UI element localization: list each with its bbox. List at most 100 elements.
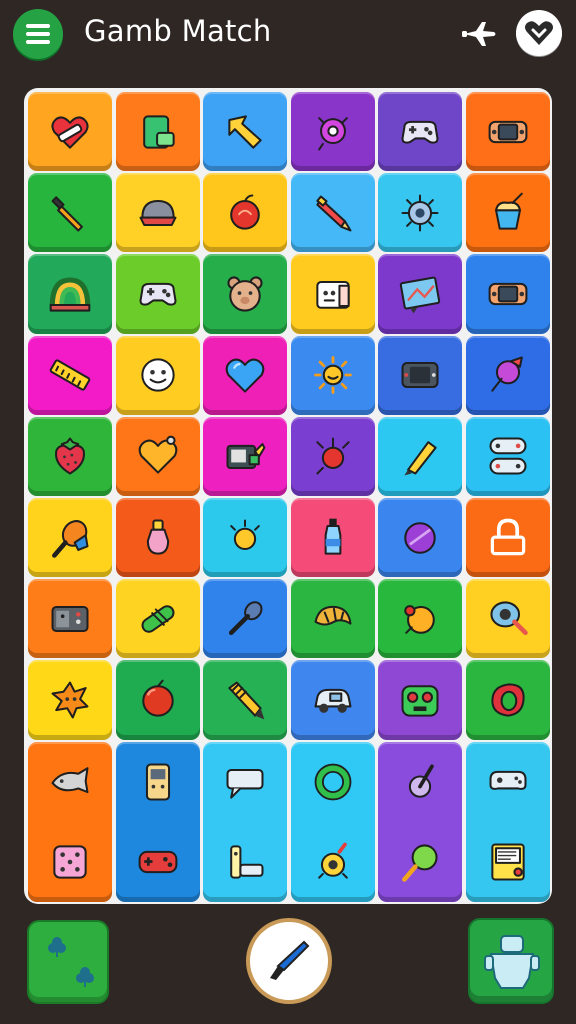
dice-icon [47, 839, 93, 885]
old-console-icon [47, 596, 93, 642]
tile-red-ring[interactable] [465, 660, 550, 740]
tall-tile-walkie-talkie-red-gamepad[interactable] [115, 741, 200, 902]
clover-icon [48, 937, 94, 987]
hamburger-icon [26, 24, 50, 28]
tile-gamepad[interactable] [115, 254, 200, 334]
strawberry-icon [47, 433, 93, 479]
handheld-console-icon [485, 109, 531, 155]
tile-toy-car[interactable] [290, 660, 375, 740]
fish-icon [47, 759, 93, 805]
gamepad-icon [135, 271, 181, 317]
gauge-icon [397, 759, 443, 805]
tile-smiley-face[interactable] [115, 335, 200, 415]
tile-heart-bandage[interactable] [28, 92, 112, 172]
tile-brush[interactable] [28, 173, 112, 253]
tile-marker[interactable] [378, 416, 463, 496]
red-ring-icon [485, 677, 531, 723]
tile-red-ball[interactable] [115, 660, 200, 740]
alien-bug-icon [310, 109, 356, 155]
tile-ruler[interactable] [28, 335, 112, 415]
croissant-icon [310, 596, 356, 642]
green-lollipop-icon [397, 839, 443, 885]
bottle-icon [310, 515, 356, 561]
tile-old-console[interactable] [28, 579, 112, 659]
brush-tool-button[interactable] [246, 918, 332, 1004]
tile-toy-pin[interactable] [465, 335, 550, 415]
tall-tile-speech-bubble-phone-dock[interactable] [203, 741, 288, 902]
tile-toy-robot[interactable] [290, 254, 375, 334]
twin-controllers-icon [485, 433, 531, 479]
tile-purple-ball[interactable] [378, 497, 463, 578]
tile-strawberry[interactable] [28, 416, 112, 496]
tile-light-bulb[interactable] [203, 497, 288, 578]
tile-arrow-cursor[interactable] [203, 92, 288, 172]
tile-paint-brush[interactable] [203, 579, 288, 659]
brush-tool-icon [270, 940, 310, 980]
tile-frog-face[interactable] [378, 660, 463, 740]
tile-map-frame[interactable] [378, 254, 463, 334]
clover-button[interactable] [27, 920, 109, 1004]
phone-dock-icon [222, 839, 268, 885]
tile-virus[interactable] [378, 173, 463, 253]
tile-sun[interactable] [290, 335, 375, 415]
tile-handheld-console[interactable] [465, 92, 550, 172]
ping-pong-icon [485, 596, 531, 642]
tile-spiky-sun[interactable] [28, 660, 112, 740]
virus-icon [397, 190, 443, 236]
toy-pin-icon [485, 352, 531, 398]
cherry-bomb-icon [310, 433, 356, 479]
menu-button[interactable] [13, 9, 63, 59]
tile-orange-ball[interactable] [378, 579, 463, 659]
robot-figure-button[interactable] [468, 918, 554, 1004]
tile-croissant[interactable] [290, 579, 375, 659]
tile-portable-console[interactable] [378, 335, 463, 415]
tall-tile-green-ring-bomb-timer[interactable] [290, 741, 375, 902]
tile-ice-pop[interactable] [28, 497, 112, 578]
tile-grid [28, 92, 550, 902]
airplane-icon[interactable] [462, 20, 498, 48]
candy-pill-icon [135, 596, 181, 642]
smiley-face-icon [135, 352, 181, 398]
top-bar: Gamb Match [0, 0, 576, 70]
tile-apple[interactable] [203, 173, 288, 253]
console-device-icon [222, 433, 268, 479]
handheld-console-icon [485, 271, 531, 317]
tile-console-device[interactable] [203, 416, 288, 496]
tile-ping-pong[interactable] [465, 579, 550, 659]
tall-tile-joystick-game-cartridge[interactable] [465, 741, 550, 902]
tile-ice-cream-cup[interactable] [465, 173, 550, 253]
light-bulb-icon [222, 515, 268, 561]
tile-gamepad[interactable] [378, 92, 463, 172]
red-gamepad-icon [135, 839, 181, 885]
tile-potion[interactable] [115, 497, 200, 578]
tile-bear-face[interactable] [203, 254, 288, 334]
tile-rainbow[interactable] [28, 254, 112, 334]
tile-alien-bug[interactable] [290, 92, 375, 172]
brush-icon [47, 190, 93, 236]
tile-cherry-bomb[interactable] [290, 416, 375, 496]
frog-face-icon [397, 677, 443, 723]
rainbow-icon [47, 271, 93, 317]
bomb-timer-icon [310, 839, 356, 885]
tile-helmet[interactable] [115, 173, 200, 253]
tile-pencil[interactable] [203, 660, 288, 740]
toy-car-icon [310, 677, 356, 723]
sun-icon [310, 352, 356, 398]
crayon-icon [310, 190, 356, 236]
tile-orange-heart[interactable] [115, 416, 200, 496]
favorite-button[interactable] [516, 10, 562, 56]
tile-bottle[interactable] [290, 497, 375, 578]
portable-console-icon [397, 352, 443, 398]
ice-cream-cup-icon [485, 190, 531, 236]
game-cartridge-icon [485, 839, 531, 885]
tall-tile-gauge-green-lollipop[interactable] [378, 741, 463, 902]
tile-candy-pill[interactable] [115, 579, 200, 659]
tall-tile-fish-dice[interactable] [28, 741, 112, 902]
tile-twin-controllers[interactable] [465, 416, 550, 496]
helmet-icon [135, 190, 181, 236]
tile-padlock[interactable] [465, 497, 550, 578]
tile-crayon[interactable] [290, 173, 375, 253]
tile-handheld-console[interactable] [465, 254, 550, 334]
tile-blue-heart[interactable] [203, 335, 288, 415]
tile-battery[interactable] [115, 92, 200, 172]
